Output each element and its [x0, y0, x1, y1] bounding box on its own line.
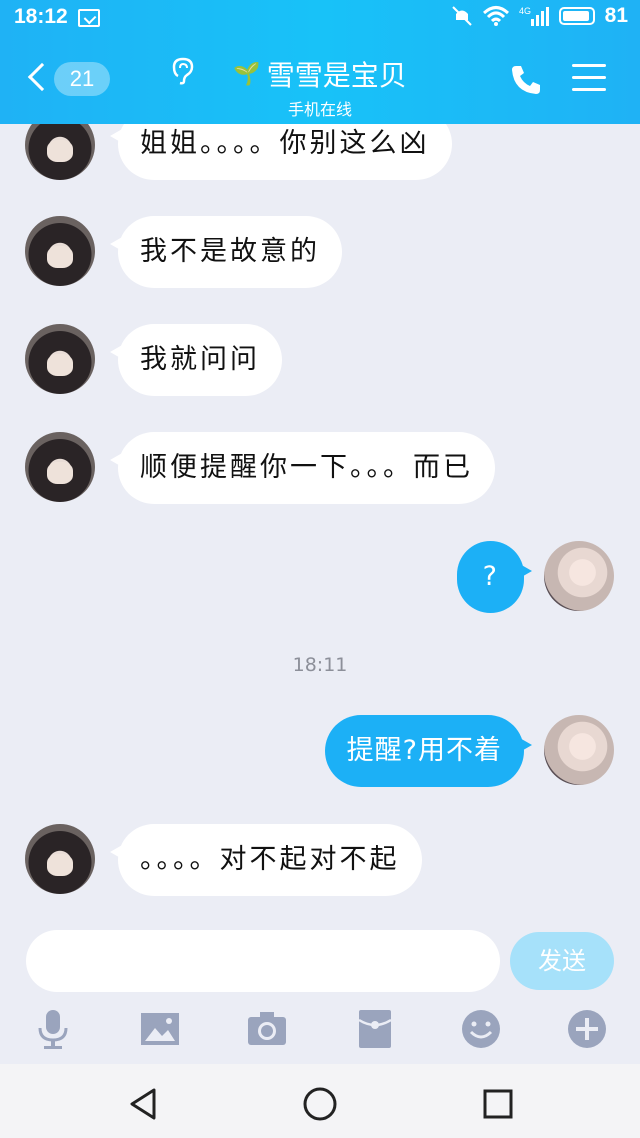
contact-avatar[interactable] — [25, 124, 95, 180]
emoji-button[interactable] — [458, 1006, 504, 1052]
nav-back-icon[interactable] — [124, 1084, 164, 1124]
image-button[interactable] — [137, 1006, 183, 1052]
battery-icon — [558, 7, 595, 25]
menu-icon — [572, 64, 606, 67]
mute-icon — [451, 6, 472, 26]
microphone-icon — [38, 1010, 68, 1049]
chat-title-area[interactable]: 🌱 雪雪是宝贝 手机在线 — [210, 54, 430, 120]
more-button[interactable] — [564, 1006, 610, 1052]
camera-button[interactable] — [244, 1006, 290, 1052]
contact-avatar[interactable] — [25, 324, 95, 394]
image-icon — [141, 1013, 179, 1045]
compose-toolbar — [0, 1006, 640, 1052]
message-bubble-incoming[interactable]: 顺便提醒你一下。。。而已 — [110, 432, 495, 504]
message-notification-icon — [78, 9, 100, 27]
ear-icon[interactable] — [170, 56, 198, 86]
message-bubble-outgoing[interactable]: ? — [456, 541, 533, 613]
message-bubble-incoming[interactable]: 。。。。对不起对不起 — [110, 824, 422, 896]
sprout-icon: 🌱 — [233, 61, 261, 87]
red-packet-button[interactable] — [352, 1006, 398, 1052]
contact-status: 手机在线 — [287, 100, 352, 119]
red-packet-icon — [358, 1010, 392, 1048]
network-type: 4G — [519, 6, 531, 16]
unread-count-badge: 21 — [54, 62, 110, 96]
contact-avatar[interactable] — [25, 216, 95, 286]
title-bar: 18:12 4G 81 21 🌱 雪雪是宝贝 手机在线 — [0, 0, 640, 124]
microphone-button[interactable] — [30, 1006, 76, 1052]
nav-home-icon[interactable] — [300, 1084, 340, 1124]
contact-name: 雪雪是宝贝 — [266, 59, 407, 92]
contact-avatar[interactable] — [25, 432, 95, 502]
send-button[interactable]: 发送 — [510, 932, 614, 990]
compose-area: 发送 — [0, 924, 640, 1064]
signal-icon: 4G — [519, 6, 549, 26]
message-bubble-incoming[interactable]: 我不是故意的 — [110, 216, 342, 288]
back-chevron-icon — [27, 62, 57, 92]
my-avatar[interactable] — [544, 715, 614, 785]
back-button[interactable]: 21 — [24, 60, 114, 100]
message-input[interactable] — [26, 930, 500, 992]
nav-recents-icon[interactable] — [478, 1084, 518, 1124]
message-bubble-incoming[interactable]: 姐姐。。。。你别这么凶 — [110, 124, 452, 180]
message-bubble-incoming[interactable]: 我就问问 — [110, 324, 282, 396]
status-time: 18:12 — [14, 5, 68, 28]
battery-level: 81 — [604, 4, 628, 27]
menu-button[interactable] — [572, 64, 606, 94]
system-navigation-bar — [0, 1064, 640, 1138]
message-list[interactable]: 姐姐。。。。你别这么凶 我不是故意的 我就问问 顺便提醒你一下。。。而已 ? 1… — [0, 124, 640, 924]
emoji-icon — [462, 1010, 500, 1048]
wifi-icon — [482, 6, 509, 26]
phone-icon[interactable] — [508, 62, 544, 98]
plus-icon — [568, 1010, 606, 1048]
status-bar: 18:12 4G 81 — [0, 0, 640, 36]
message-timestamp: 18:11 — [292, 654, 348, 676]
camera-icon — [248, 1012, 286, 1045]
message-bubble-outgoing[interactable]: 提醒?用不着 — [324, 715, 533, 787]
my-avatar[interactable] — [544, 541, 614, 611]
contact-avatar[interactable] — [25, 824, 95, 894]
